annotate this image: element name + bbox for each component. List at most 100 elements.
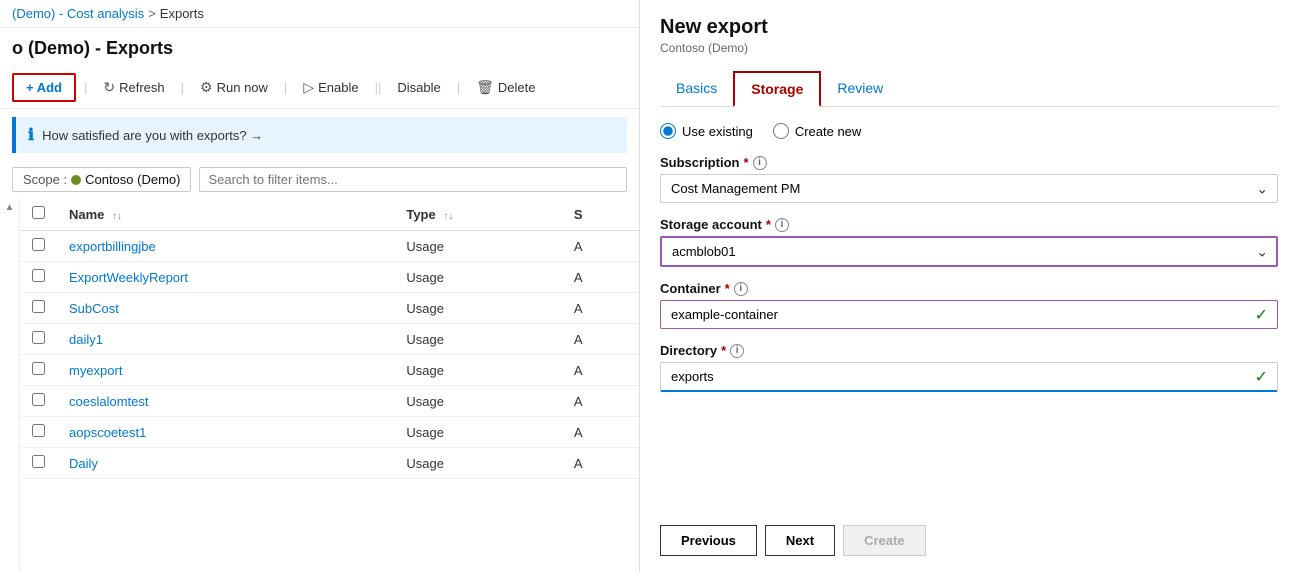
tab-basics[interactable]: Basics — [660, 71, 733, 107]
run-icon: ⚙ — [200, 79, 213, 96]
tab-bar: Basics Storage Review — [660, 71, 1278, 107]
table-row: SubCost Usage A — [20, 293, 639, 324]
page-title: o (Demo) - Exports — [0, 28, 639, 67]
row-type: Usage — [394, 324, 562, 355]
row-checkbox[interactable] — [32, 393, 45, 406]
scope-selector[interactable]: Scope : Contoso (Demo) — [12, 167, 191, 192]
row-checkbox[interactable] — [32, 424, 45, 437]
row-checkbox-cell[interactable] — [20, 324, 57, 355]
scroll-up-arrow[interactable]: ▲ — [1, 198, 19, 217]
storage-account-info-icon[interactable]: i — [775, 218, 789, 232]
row-checkbox-cell[interactable] — [20, 417, 57, 448]
row-checkbox[interactable] — [32, 455, 45, 468]
search-input[interactable] — [199, 167, 627, 192]
breadcrumb-parent[interactable]: (Demo) - Cost analysis — [12, 6, 144, 21]
subscription-select[interactable]: Cost Management PM — [660, 174, 1278, 203]
select-all-checkbox[interactable] — [32, 206, 45, 219]
container-input-wrapper: ✓ — [660, 300, 1278, 329]
previous-button[interactable]: Previous — [660, 525, 757, 556]
container-info-icon[interactable]: i — [734, 282, 748, 296]
disable-button[interactable]: Disable — [389, 75, 448, 100]
type-sort-icon[interactable]: ↑↓ — [443, 211, 453, 222]
row-name: myexport — [57, 355, 394, 386]
row-status: A — [562, 448, 639, 479]
row-name-link[interactable]: coeslalomtest — [69, 394, 148, 409]
enable-button[interactable]: ▷ Enable — [295, 74, 366, 101]
use-existing-label: Use existing — [682, 124, 753, 139]
select-all-header[interactable] — [20, 198, 57, 231]
subscription-required: * — [743, 155, 748, 170]
row-name: ExportWeeklyReport — [57, 262, 394, 293]
toolbar-separator-1: | — [84, 80, 87, 95]
row-checkbox[interactable] — [32, 362, 45, 375]
row-checkbox[interactable] — [32, 238, 45, 251]
toolbar-separator-2: | — [181, 80, 184, 95]
tab-storage[interactable]: Storage — [733, 71, 821, 107]
table-row: daily1 Usage A — [20, 324, 639, 355]
type-column-header[interactable]: Type ↑↓ — [394, 198, 562, 231]
row-name-link[interactable]: myexport — [69, 363, 122, 378]
breadcrumb-current: Exports — [160, 6, 204, 21]
delete-icon: 🗑 — [476, 79, 494, 96]
row-checkbox-cell[interactable] — [20, 262, 57, 293]
enable-icon: ▷ — [303, 79, 314, 96]
left-panel: (Demo) - Cost analysis > Exports o (Demo… — [0, 0, 640, 572]
breadcrumb-separator: > — [148, 6, 156, 21]
toolbar-separator-3: | — [284, 80, 287, 95]
row-checkbox-cell[interactable] — [20, 386, 57, 417]
row-checkbox-cell[interactable] — [20, 293, 57, 324]
row-checkbox-cell[interactable] — [20, 448, 57, 479]
name-sort-icon[interactable]: ↑↓ — [112, 211, 122, 222]
row-name: aopscoetest1 — [57, 417, 394, 448]
row-name: SubCost — [57, 293, 394, 324]
row-status: A — [562, 293, 639, 324]
row-status: A — [562, 262, 639, 293]
next-button[interactable]: Next — [765, 525, 835, 556]
directory-input[interactable] — [660, 362, 1278, 392]
row-name-link[interactable]: aopscoetest1 — [69, 425, 146, 440]
run-now-button[interactable]: ⚙ Run now — [192, 74, 276, 101]
row-checkbox[interactable] — [32, 269, 45, 282]
add-button[interactable]: + Add — [12, 73, 76, 102]
row-name-link[interactable]: ExportWeeklyReport — [69, 270, 188, 285]
toolbar: + Add | ↻ Refresh | ⚙ Run now | ▷ Enable… — [0, 67, 639, 109]
row-checkbox[interactable] — [32, 300, 45, 313]
table-row: ExportWeeklyReport Usage A — [20, 262, 639, 293]
row-checkbox-cell[interactable] — [20, 231, 57, 262]
info-banner-text[interactable]: How satisfied are you with exports? → — [42, 128, 263, 143]
row-status: A — [562, 355, 639, 386]
storage-account-select[interactable]: acmblob01 — [660, 236, 1278, 267]
action-buttons: Previous Next Create — [660, 509, 1278, 556]
row-type: Usage — [394, 262, 562, 293]
table-row: exportbillingjbe Usage A — [20, 231, 639, 262]
row-name-link[interactable]: Daily — [69, 456, 98, 471]
row-name-link[interactable]: exportbillingjbe — [69, 239, 156, 254]
row-checkbox-cell[interactable] — [20, 355, 57, 386]
info-banner: ℹ How satisfied are you with exports? → — [12, 117, 627, 153]
status-column-header[interactable]: S — [562, 198, 639, 231]
row-name-link[interactable]: daily1 — [69, 332, 103, 347]
row-status: A — [562, 231, 639, 262]
row-name-link[interactable]: SubCost — [69, 301, 119, 316]
container-input[interactable] — [660, 300, 1278, 329]
row-type: Usage — [394, 448, 562, 479]
create-new-radio[interactable] — [773, 123, 789, 139]
storage-type-radio-group: Use existing Create new — [660, 123, 1278, 139]
directory-label: Directory * i — [660, 343, 1278, 358]
info-icon: ℹ — [28, 125, 34, 145]
panel-subtitle: Contoso (Demo) — [660, 41, 1278, 55]
exports-table: Name ↑↓ Type ↑↓ S exportbillingjbe — [20, 198, 639, 572]
name-column-header[interactable]: Name ↑↓ — [57, 198, 394, 231]
delete-button[interactable]: 🗑 Delete — [468, 74, 543, 101]
row-checkbox[interactable] — [32, 331, 45, 344]
create-new-option[interactable]: Create new — [773, 123, 861, 139]
subscription-field: Subscription * i Cost Management PM — [660, 155, 1278, 203]
subscription-info-icon[interactable]: i — [753, 156, 767, 170]
row-type: Usage — [394, 417, 562, 448]
use-existing-option[interactable]: Use existing — [660, 123, 753, 139]
refresh-button[interactable]: ↻ Refresh — [95, 74, 172, 101]
tab-review[interactable]: Review — [821, 71, 899, 107]
use-existing-radio[interactable] — [660, 123, 676, 139]
directory-info-icon[interactable]: i — [730, 344, 744, 358]
storage-account-required: * — [766, 217, 771, 232]
